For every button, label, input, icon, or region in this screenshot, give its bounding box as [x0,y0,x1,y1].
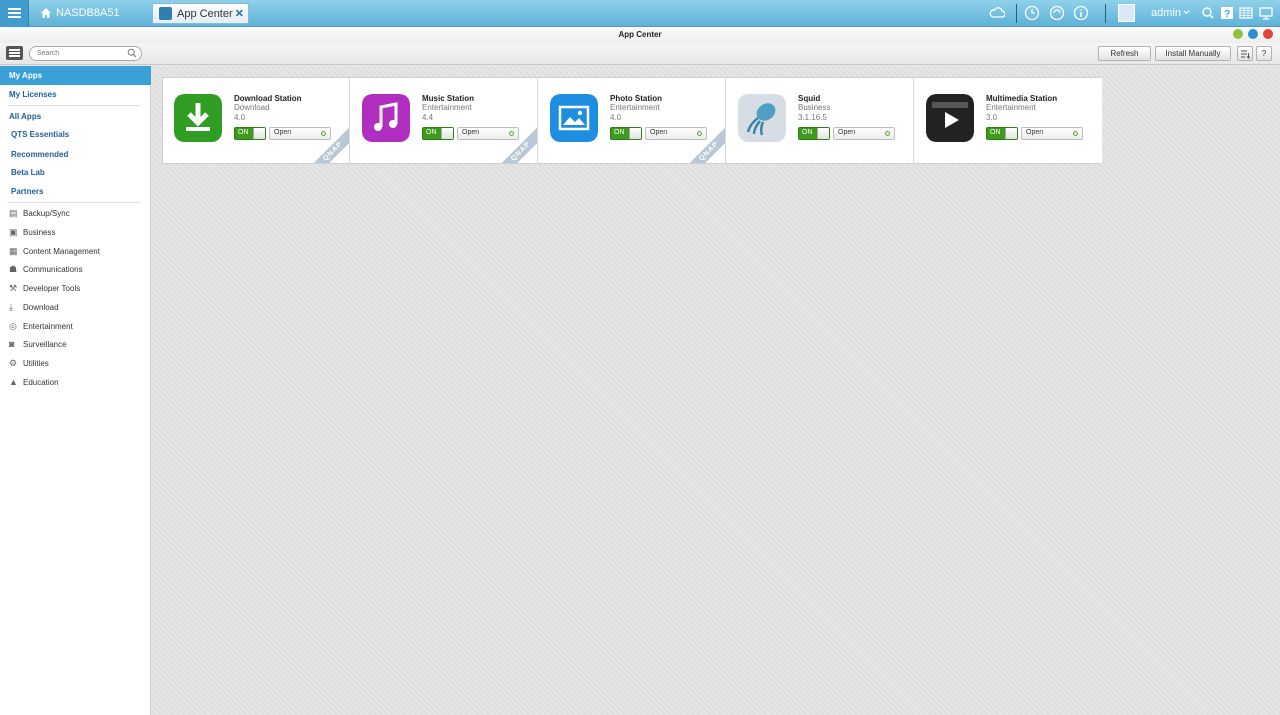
app-center-icon [159,7,172,20]
sort-button[interactable] [1237,46,1253,61]
sidebar-toggle-button[interactable] [6,46,23,60]
status-dot-icon [697,131,702,136]
minimize-icon[interactable] [1233,29,1243,39]
help-button[interactable]: ? [1256,46,1272,61]
maximize-icon[interactable] [1248,29,1258,39]
download-icon: ⤓ [9,302,13,312]
backup-icon: ▤ [9,208,18,218]
app-category: Business [798,103,831,112]
open-app-button[interactable]: Open [269,127,331,140]
install-manually-button[interactable]: Install Manually [1155,46,1231,61]
close-window-icon[interactable] [1263,29,1273,39]
home-tab[interactable]: NASDB8A51 [32,3,146,24]
squid-icon [738,94,786,142]
sidebar-item-my-licenses[interactable]: My Licenses [9,90,57,99]
home-icon [41,8,51,18]
multimedia-station-icon [926,94,974,142]
hammer-icon: ⚒ [9,283,18,293]
search-input[interactable] [29,46,142,61]
music-station-icon [362,94,410,142]
globe-icon[interactable] [1238,5,1254,21]
entertainment-icon: ◎ [9,321,17,331]
app-card[interactable]: Squid Business 3.1.16.5 ON Open [727,78,914,163]
app-enable-toggle[interactable]: ON [610,127,642,140]
main-menu-button[interactable] [0,0,29,27]
refresh-status-icon[interactable] [1049,5,1065,21]
help-icon[interactable]: ? [1219,5,1235,21]
close-tab-icon[interactable]: ✕ [235,7,244,20]
status-dot-icon [885,131,890,136]
app-card[interactable]: Music Station Entertainment 4.4 ON Open … [351,78,538,163]
open-app-button[interactable]: Open [457,127,519,140]
app-name: Multimedia Station [986,94,1058,103]
app-name: Music Station [422,94,475,103]
divider [8,105,141,106]
app-version: 4.0 [610,113,622,122]
app-category: Download [234,103,270,112]
app-version: 4.0 [234,113,246,122]
window-title: App Center [618,30,662,39]
app-list-area: Download Station Download 4.0 ON Open QN… [152,66,1280,715]
info-icon[interactable] [1073,5,1089,21]
cloud-icon[interactable] [989,5,1005,21]
status-dot-icon [1073,131,1078,136]
app-category: Entertainment [610,103,660,112]
installed-apps-row: Download Station Download 4.0 ON Open QN… [162,77,1102,164]
top-bar: NASDB8A51 App Center ✕ admin ? [0,0,1280,27]
app-card[interactable]: Multimedia Station Entertainment 3.0 ON … [915,78,1102,163]
status-dot-icon [321,131,326,136]
sidebar-item-beta-lab[interactable]: Beta Lab [11,168,45,177]
app-category: Entertainment [422,103,472,112]
sidebar-item-qts-essentials[interactable]: QTS Essentials [11,130,69,139]
user-avatar[interactable] [1118,4,1135,22]
app-version: 3.1.16.5 [798,113,827,122]
briefcase-icon: ▣ [9,227,18,237]
tab-label: App Center [177,8,233,20]
chevron-down-icon[interactable] [1183,9,1190,16]
graduation-cap-icon: ▲ [9,377,18,387]
app-name: Download Station [234,94,302,103]
sidebar-item-recommended[interactable]: Recommended [11,150,68,159]
open-app-button[interactable]: Open [833,127,895,140]
app-name: Photo Station [610,94,662,103]
sidebar-item-all-apps[interactable]: All Apps [9,112,41,121]
sidebar-item-my-apps[interactable]: My Apps [0,66,151,85]
refresh-button[interactable]: Refresh [1098,46,1151,61]
divider [1016,4,1017,23]
user-menu[interactable]: admin [1151,7,1181,19]
communications-icon: ☗ [9,264,18,274]
app-enable-toggle[interactable]: ON [234,127,266,140]
nas-name: NASDB8A51 [56,7,120,19]
search-icon[interactable] [127,48,137,58]
monitor-icon[interactable] [1258,5,1274,21]
status-dot-icon [509,131,514,136]
app-center-tab[interactable]: App Center ✕ [152,3,249,24]
divider [1105,4,1106,23]
sort-icon [1241,50,1251,59]
app-card[interactable]: Photo Station Entertainment 4.0 ON Open … [539,78,726,163]
sidebar: My Apps My Licenses All Apps QTS Essenti… [0,66,151,715]
app-card[interactable]: Download Station Download 4.0 ON Open QN… [163,78,350,163]
app-category: Entertainment [986,103,1036,112]
clock-icon[interactable] [1024,5,1040,21]
app-version: 4.4 [422,113,434,122]
search-icon[interactable] [1200,5,1216,21]
app-enable-toggle[interactable]: ON [798,127,830,140]
sidebar-item-partners[interactable]: Partners [11,187,43,196]
svg-text:?: ? [1224,9,1230,20]
download-station-icon [174,94,222,142]
open-app-button[interactable]: Open [1021,127,1083,140]
app-version: 3.0 [986,113,998,122]
camera-icon: ◙ [9,339,15,349]
content-icon: ▦ [9,246,18,256]
wrench-icon: ⚙ [9,358,18,368]
toolbar: Refresh Install Manually ? [0,43,1280,65]
window-title-bar: App Center [0,27,1280,43]
app-enable-toggle[interactable]: ON [422,127,454,140]
app-name: Squid [798,94,821,103]
photo-station-icon [550,94,598,142]
divider [8,202,141,203]
open-app-button[interactable]: Open [645,127,707,140]
app-enable-toggle[interactable]: ON [986,127,1018,140]
